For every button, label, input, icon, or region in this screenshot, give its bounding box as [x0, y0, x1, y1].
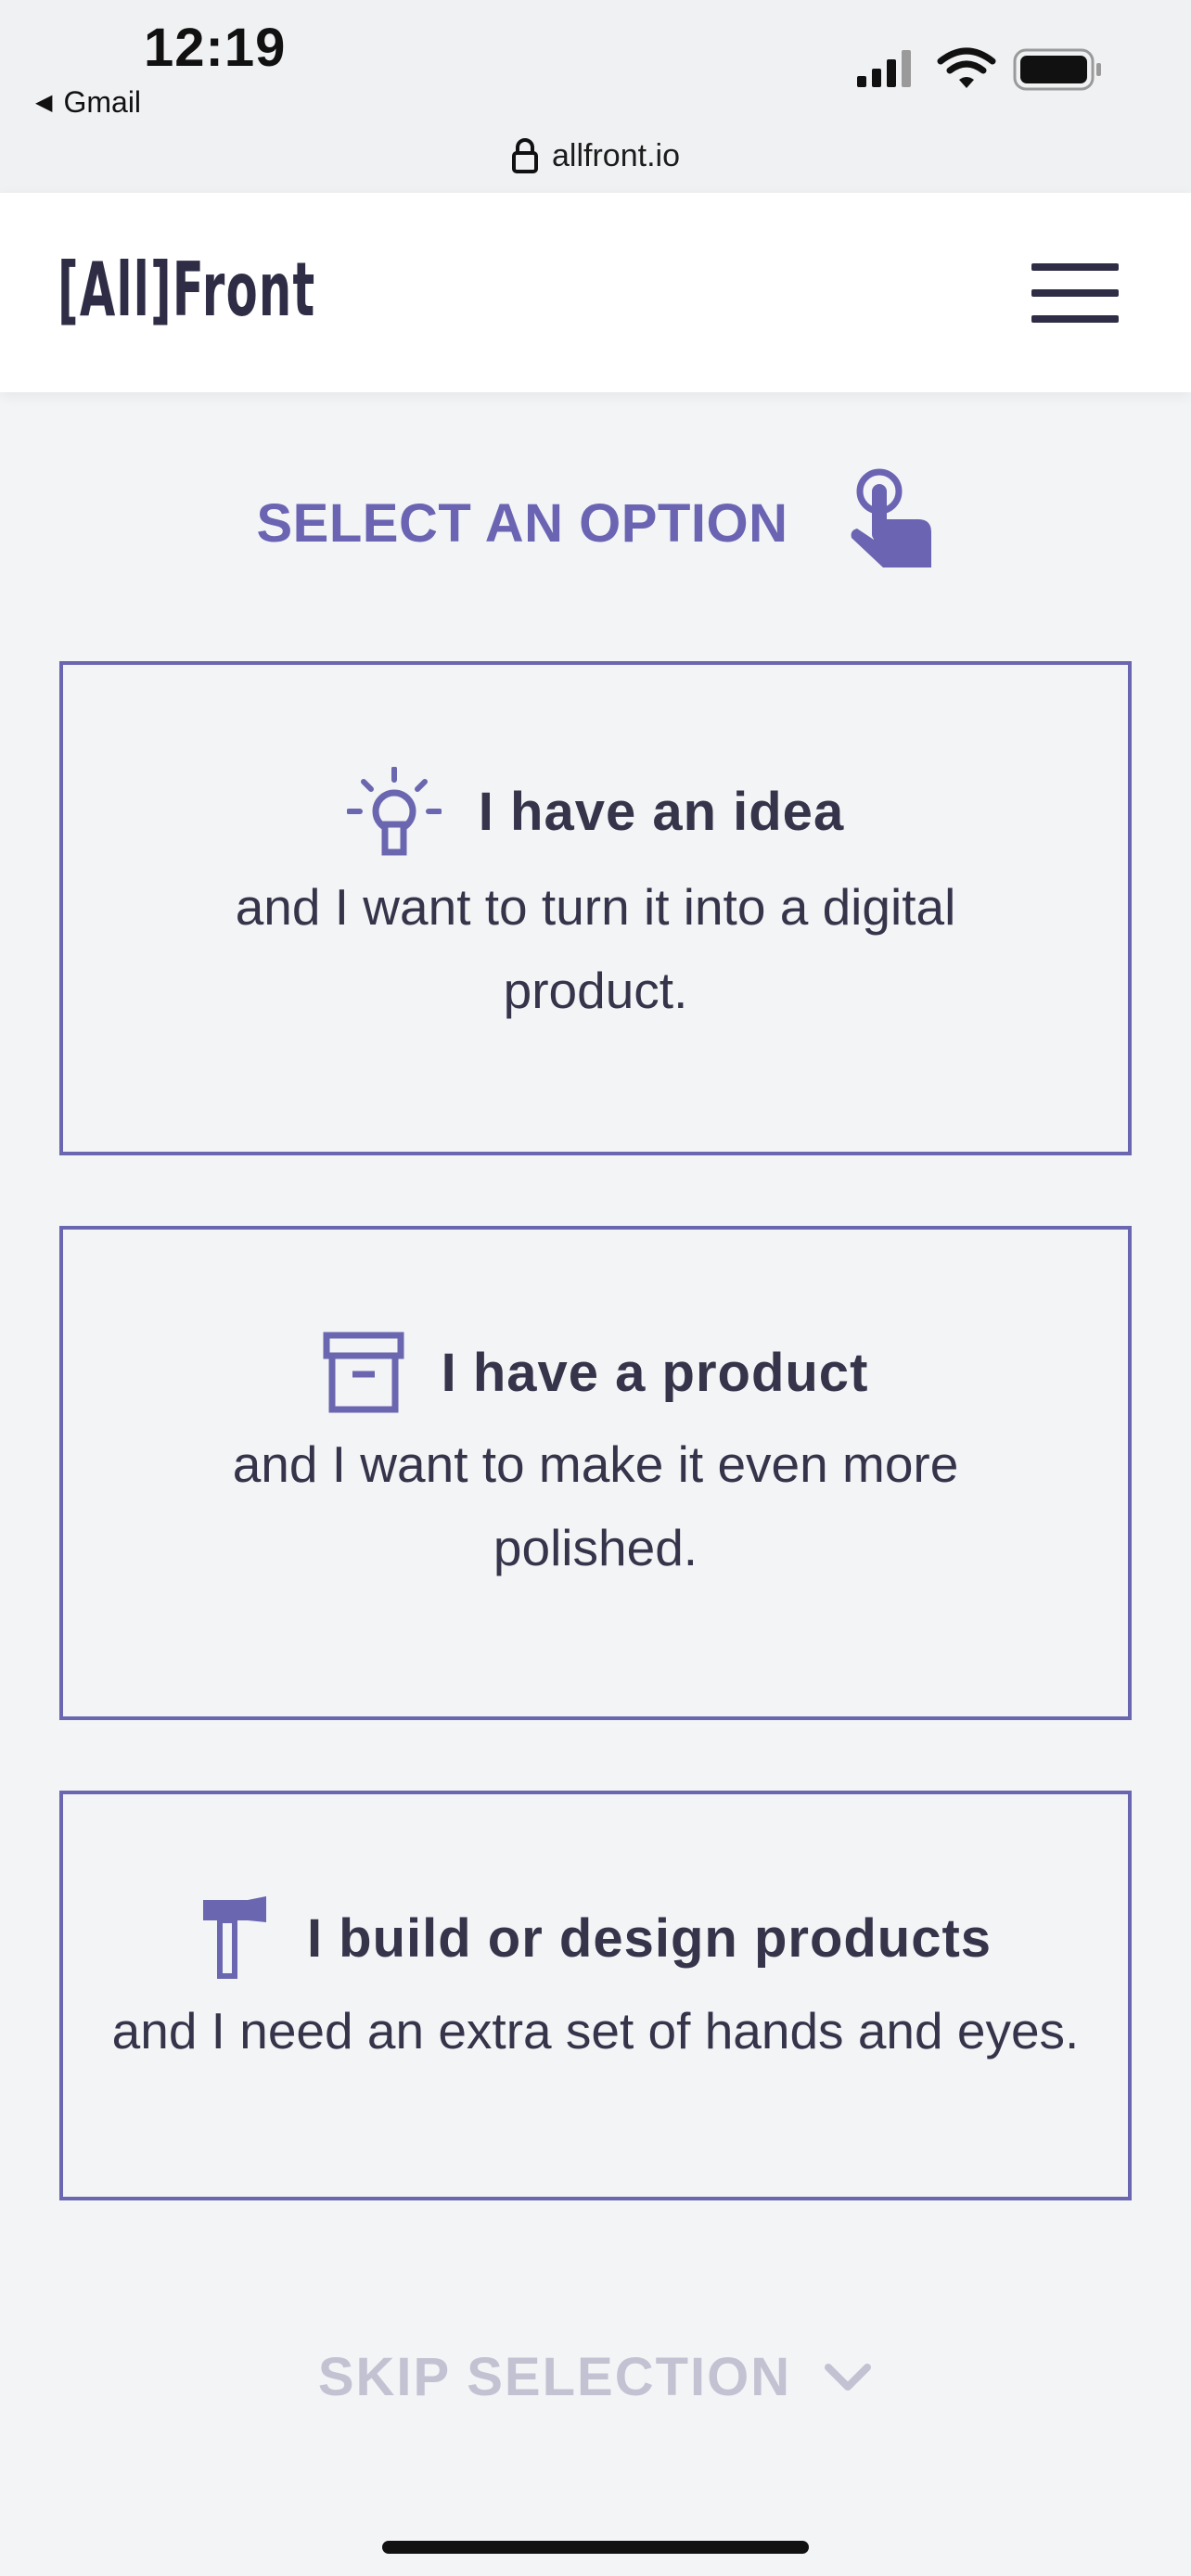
option-description: and I want to make it even more polished…	[63, 1422, 1128, 1589]
hammer-icon	[202, 1896, 266, 1979]
lightbulb-icon	[346, 767, 442, 856]
chevron-down-icon	[825, 2363, 872, 2391]
back-to-app-link[interactable]: ◀ Gmail	[35, 85, 141, 120]
select-option-heading: SELECT AN OPTION	[0, 468, 1191, 573]
site-header: [All]Front	[0, 193, 1191, 392]
option-title-row: I have an idea	[63, 767, 1128, 856]
signal-icon	[857, 50, 911, 87]
option-card-build[interactable]: I build or design products and I need an…	[59, 1791, 1132, 2200]
option-description-line: polished.	[493, 1519, 698, 1576]
status-bar: 12:19 ◀ Gmail allfront.io	[0, 0, 1191, 193]
screen: 12:19 ◀ Gmail allfront.io [All]Front SEL…	[0, 0, 1191, 2576]
option-title-row: I build or design products	[63, 1896, 1128, 1980]
option-title: I build or design products	[306, 1907, 992, 1969]
option-description-line: product.	[503, 962, 688, 1019]
wifi-icon	[937, 47, 996, 88]
lock-icon	[512, 138, 539, 173]
url-text: allfront.io	[552, 137, 680, 173]
home-indicator[interactable]	[382, 2541, 809, 2554]
option-description-line: and I want to make it even more	[232, 1435, 959, 1493]
heading-text: SELECT AN OPTION	[256, 492, 788, 554]
archive-box-icon	[323, 1332, 404, 1413]
option-description: and I want to turn it into a digital pro…	[63, 865, 1128, 1032]
option-description-line: and I want to turn it into a digital	[235, 878, 956, 936]
option-description: and I need an extra set of hands and eye…	[63, 1989, 1128, 2072]
pointer-hand-icon	[851, 468, 931, 567]
hamburger-menu-icon[interactable]	[1031, 263, 1119, 323]
battery-icon	[1013, 48, 1101, 91]
option-card-idea[interactable]: I have an idea and I want to turn it int…	[59, 661, 1132, 1155]
status-time: 12:19	[144, 18, 287, 78]
allfront-logo[interactable]: [All]Front	[58, 247, 315, 333]
back-triangle-icon: ◀	[35, 90, 53, 115]
skip-selection-button[interactable]: SKIP SELECTION	[0, 2346, 1191, 2408]
address-bar[interactable]: allfront.io	[0, 137, 1191, 174]
option-description-line: and I need an extra set of hands and eye…	[111, 2002, 1080, 2060]
back-app-label: Gmail	[63, 85, 142, 119]
option-card-product[interactable]: I have a product and I want to make it e…	[59, 1226, 1132, 1720]
option-title-row: I have a product	[63, 1332, 1128, 1413]
skip-selection-label: SKIP SELECTION	[317, 2347, 792, 2407]
option-title: I have an idea	[478, 781, 845, 842]
option-title: I have a product	[441, 1342, 869, 1403]
